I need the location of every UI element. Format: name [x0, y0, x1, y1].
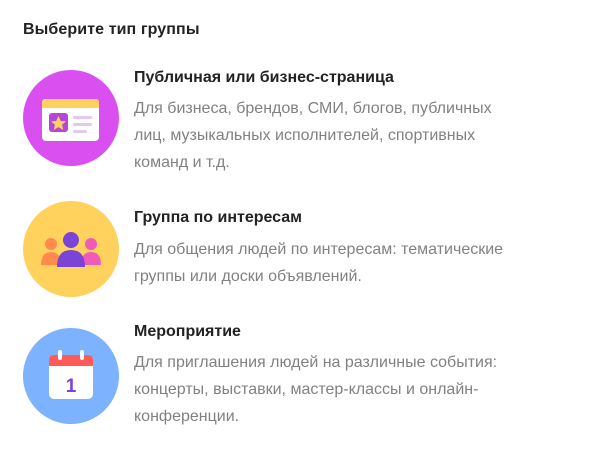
description-line: команд и т.д.	[134, 154, 230, 171]
description-line: концерты, выставки, мастер-классы и онла…	[134, 381, 479, 398]
option-title: Мероприятие	[134, 323, 241, 340]
description-line: Для приглашения людей на различные событ…	[134, 354, 498, 371]
description-line: конференции.	[134, 408, 240, 425]
option-title: Публичная или бизнес-страница	[134, 69, 394, 86]
option-description: Для приглашения людей на различные событ…	[134, 349, 554, 430]
people-group-icon	[23, 201, 119, 297]
public-page-icon	[23, 70, 119, 166]
calendar-icon: 1	[23, 328, 119, 424]
option-description: Для бизнеса, брендов, СМИ, блогов, публи…	[134, 95, 554, 176]
option-title: Группа по интересам	[134, 209, 302, 226]
option-description: Для общения людей по интересам: тематиче…	[134, 236, 554, 290]
description-line: группы или доски объявлений.	[134, 268, 362, 285]
description-line: Для бизнеса, брендов, СМИ, блогов, публи…	[134, 100, 492, 117]
page-title: Выберите тип группы	[23, 21, 200, 38]
group-type-dialog: Выберите тип группы Публичная или бизнес…	[0, 0, 591, 455]
calendar-day: 1	[66, 376, 77, 397]
description-line: лиц, музыкальных исполнителей, спортивны…	[134, 127, 476, 144]
description-line: Для общения людей по интересам: тематиче…	[134, 241, 504, 258]
